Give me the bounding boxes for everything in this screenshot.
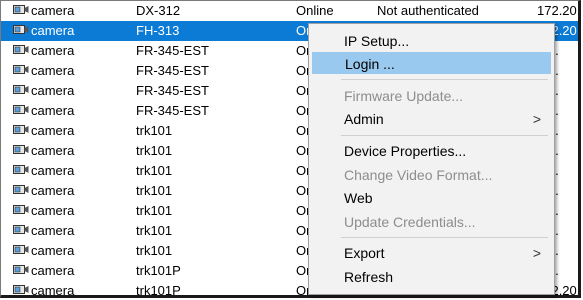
menu-item-label: Export xyxy=(344,245,385,261)
model-cell: trk101 xyxy=(136,123,173,138)
menu-item-label: Admin xyxy=(344,111,384,127)
camera-icon xyxy=(13,281,29,295)
table-row[interactable]: camera DX-312 Online Not authenticated 172.2… xyxy=(1,1,581,21)
device-type-cell: camera xyxy=(31,123,75,138)
model-cell: trk101 xyxy=(136,223,173,238)
device-type-cell: camera xyxy=(31,43,75,58)
menu-item-label: Firmware Update... xyxy=(344,88,464,104)
camera-icon xyxy=(13,161,29,181)
menu-item-label: Change Video Format... xyxy=(344,167,493,183)
chevron-right-icon: > xyxy=(532,245,541,261)
camera-icon xyxy=(13,1,29,21)
device-type-cell: camera xyxy=(31,203,75,218)
menu-item-device-properties[interactable]: Device Properties... xyxy=(312,140,551,162)
menu-item-change-video-format[interactable]: Change Video Format... xyxy=(312,164,551,186)
device-type-cell: camera xyxy=(31,163,75,178)
chevron-right-icon: > xyxy=(532,111,541,127)
auth-cell: Not authenticated xyxy=(377,3,479,18)
menu-item-label: Refresh xyxy=(344,269,394,285)
status-cell: Online xyxy=(296,3,334,18)
model-cell: FR-345-EST xyxy=(136,83,209,98)
device-type-cell: camera xyxy=(31,283,75,298)
camera-icon xyxy=(13,141,29,161)
menu-item-firmware-update[interactable]: Firmware Update... xyxy=(312,85,551,107)
model-cell: FH-313 xyxy=(136,23,180,38)
device-type-cell: camera xyxy=(31,263,75,278)
device-type-cell: camera xyxy=(31,243,75,258)
menu-item-admin[interactable]: Admin > xyxy=(312,108,551,130)
device-type-cell: camera xyxy=(31,183,75,198)
camera-icon xyxy=(13,101,29,121)
model-cell: FR-345-EST xyxy=(136,103,209,118)
device-type-cell: camera xyxy=(31,223,75,238)
camera-icon xyxy=(13,201,29,221)
menu-item-refresh[interactable]: Refresh xyxy=(312,266,551,288)
camera-icon xyxy=(13,81,29,101)
menu-item-update-credentials[interactable]: Update Credentials... xyxy=(312,211,551,233)
menu-item-export[interactable]: Export > xyxy=(312,242,551,264)
device-type-cell: camera xyxy=(31,3,75,18)
menu-item-label: Device Properties... xyxy=(344,143,467,159)
menu-separator xyxy=(341,237,548,238)
model-cell: DX-312 xyxy=(136,3,181,18)
model-cell: trk101 xyxy=(136,243,173,258)
camera-icon xyxy=(13,121,29,141)
camera-icon xyxy=(13,61,29,81)
menu-item-label: IP Setup... xyxy=(344,33,410,49)
model-cell: trk101P xyxy=(136,283,181,298)
device-type-cell: camera xyxy=(31,143,75,158)
model-cell: trk101 xyxy=(136,183,173,198)
device-type-cell: camera xyxy=(31,63,75,78)
ip-cell: 172.20. xyxy=(537,3,581,18)
menu-item-ip-setup[interactable]: IP Setup... xyxy=(312,30,551,52)
camera-icon xyxy=(13,41,29,61)
camera-icon xyxy=(13,181,29,201)
model-cell: FR-345-EST xyxy=(136,63,209,78)
menu-item-label: Update Credentials... xyxy=(344,214,476,230)
camera-icon xyxy=(13,21,29,41)
camera-icon xyxy=(13,221,29,241)
model-cell: trk101 xyxy=(136,203,173,218)
model-cell: trk101P xyxy=(136,263,181,278)
menu-separator xyxy=(341,135,548,136)
menu-separator xyxy=(341,79,548,80)
device-type-cell: camera xyxy=(31,23,75,38)
menu-item-login[interactable]: Login ... xyxy=(312,52,551,74)
device-type-cell: camera xyxy=(31,83,75,98)
camera-icon xyxy=(13,261,29,281)
menu-item-web[interactable]: Web xyxy=(312,187,551,209)
device-type-cell: camera xyxy=(31,103,75,118)
camera-icon xyxy=(13,241,29,261)
menu-item-label: Login ... xyxy=(345,56,395,72)
model-cell: trk101 xyxy=(136,163,173,178)
model-cell: FR-345-EST xyxy=(136,43,209,58)
context-menu: IP Setup... Login ... Firmware Update...… xyxy=(308,23,555,295)
model-cell: trk101 xyxy=(136,143,173,158)
menu-item-label: Web xyxy=(344,190,373,206)
